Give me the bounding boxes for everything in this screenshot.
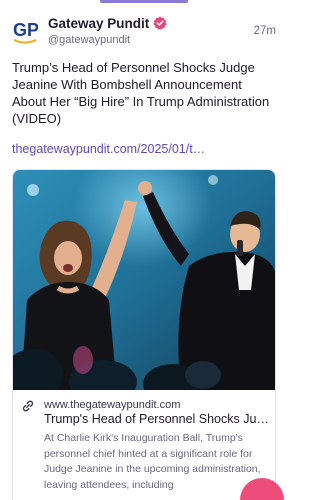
post-text: Trump’s Head of Personnel Shocks Judge J… (12, 60, 270, 126)
author-names: Gateway Pundit @gatewaypundit (48, 14, 167, 46)
card-description: At Charlie Kirk's Inauguration Ball, Tru… (44, 432, 261, 491)
card-title[interactable]: Trump's Head of Personnel Shocks Ju… (44, 412, 272, 426)
post-link[interactable]: thegatewaypundit.com/2025/01/t… (12, 142, 205, 156)
avatar-text: GP (13, 20, 38, 40)
author-display-name[interactable]: Gateway Pundit (48, 16, 149, 31)
link-preview-card[interactable]: www.thegatewaypundit.com Trump's Head of… (12, 169, 276, 500)
verified-badge-icon (153, 16, 167, 30)
post-timestamp[interactable]: 27m (254, 25, 276, 37)
link-icon (21, 399, 35, 413)
author-handle[interactable]: @gatewaypundit (48, 34, 167, 46)
post[interactable]: GP Gateway Pundit @gatewaypundit 27m Tru… (0, 0, 288, 500)
avatar[interactable]: GP (12, 16, 38, 46)
card-domain: www.thegatewaypundit.com (44, 399, 181, 411)
post-header: GP Gateway Pundit @gatewaypundit 27m (12, 14, 276, 48)
card-thumbnail (13, 170, 275, 390)
